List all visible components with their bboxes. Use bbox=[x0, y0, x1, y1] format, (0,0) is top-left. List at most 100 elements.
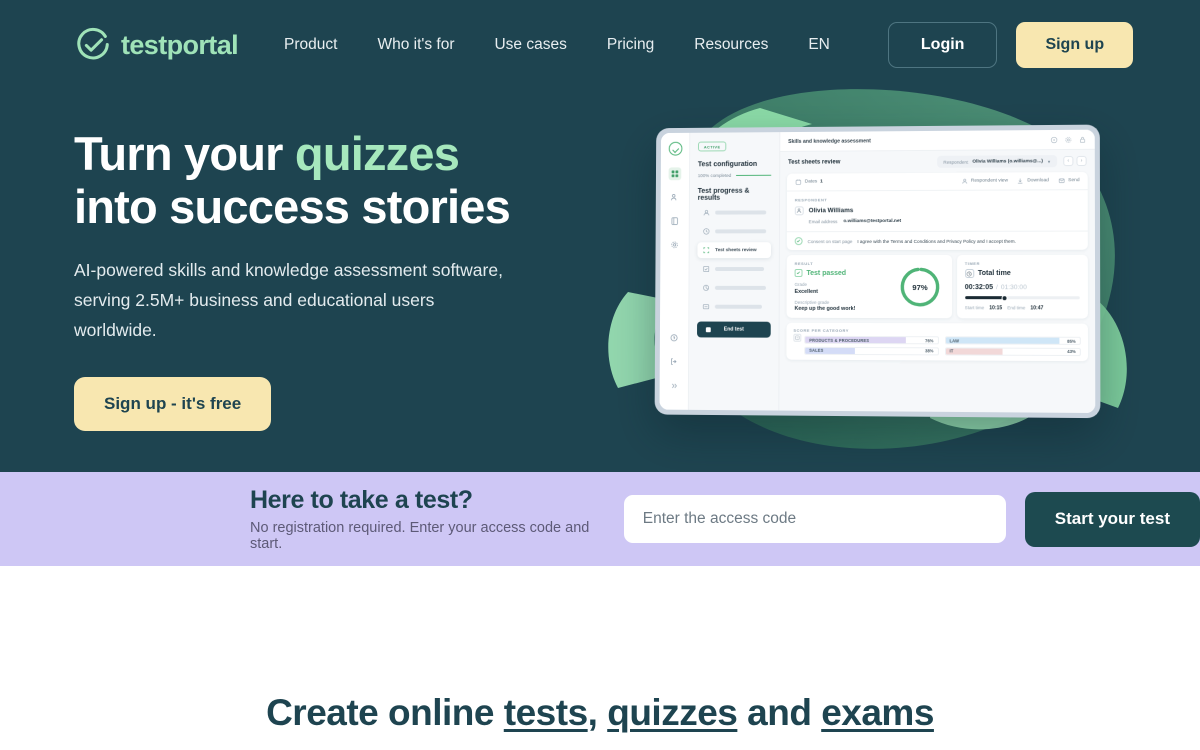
circle-check-logo-icon bbox=[77, 27, 109, 60]
mockup-category-name: SALES bbox=[809, 347, 824, 353]
mockup-descriptive-label: Descriptive grade bbox=[794, 299, 830, 305]
mockup-expand-icon[interactable] bbox=[667, 379, 680, 392]
section-heading: Create online tests, quizzes and exams bbox=[266, 692, 934, 750]
category-icon bbox=[793, 333, 802, 342]
mockup-menu-item-test-sheets-review[interactable]: Test sheets review bbox=[697, 242, 772, 259]
mockup-timer-bar-fill bbox=[964, 296, 1007, 300]
mockup-settings-gear-icon[interactable] bbox=[668, 238, 681, 251]
mockup-respondent-label: Respondent bbox=[943, 159, 969, 165]
band-subtitle: No registration required. Enter your acc… bbox=[250, 520, 590, 552]
mockup-score-pct: 97% bbox=[912, 282, 928, 291]
mockup-email-value: o.williams@testportal.net bbox=[843, 218, 902, 225]
mockup-pager: ‹ › bbox=[1063, 155, 1087, 167]
mockup-download-button[interactable]: Download bbox=[1017, 177, 1049, 184]
mockup-respondent-value: Olivia Williams (o.williams@...) bbox=[972, 158, 1043, 165]
calendar-icon bbox=[795, 179, 802, 186]
settings-gear-icon[interactable] bbox=[1064, 135, 1072, 143]
mockup-library-icon[interactable] bbox=[668, 215, 681, 228]
access-code-input[interactable] bbox=[623, 495, 1006, 543]
heading-part1: Create online bbox=[266, 692, 504, 733]
send-icon bbox=[1058, 177, 1065, 184]
mockup-dates-value: 1 bbox=[820, 179, 823, 185]
mockup-users-icon[interactable] bbox=[668, 191, 681, 204]
access-code-band: Here to take a test? No registration req… bbox=[0, 472, 1200, 566]
mockup-help-icon[interactable] bbox=[668, 331, 681, 344]
heading-link-quizzes[interactable]: quizzes bbox=[607, 692, 738, 733]
mockup-start-time-value: 10:15 bbox=[989, 305, 1003, 312]
mockup-message-icon bbox=[702, 303, 710, 311]
mockup-category-row: PRODUCTS & PROCEDURES 76% bbox=[804, 335, 939, 345]
mockup-respondent-view-button[interactable]: Respondent view bbox=[961, 177, 1008, 184]
mockup-download-label: Download bbox=[1027, 178, 1049, 184]
nav-link-product[interactable]: Product bbox=[264, 26, 357, 64]
nav-link-language[interactable]: EN bbox=[788, 26, 850, 64]
mockup-prev-button[interactable]: ‹ bbox=[1063, 155, 1074, 167]
mockup-respondent-view-label: Respondent view bbox=[970, 178, 1008, 184]
nav-actions: Login Sign up bbox=[887, 22, 1134, 68]
lock-icon[interactable] bbox=[1078, 135, 1086, 143]
mockup-menu-item[interactable] bbox=[698, 204, 772, 220]
mockup-topbar: Skills and knowledge assessment bbox=[780, 129, 1095, 152]
heading-link-exams[interactable]: exams bbox=[821, 692, 934, 733]
mockup-clock-icon bbox=[702, 227, 710, 235]
mockup-respondent-card: Dates 1 Respondent view Download Send RE… bbox=[786, 172, 1088, 251]
mockup-menu-item-label: Test sheets review bbox=[715, 247, 757, 253]
mockup-category-pct: 38% bbox=[925, 348, 934, 354]
mockup-logout-icon[interactable] bbox=[668, 355, 681, 368]
mockup-category-pct: 85% bbox=[1067, 338, 1076, 344]
mockup-timer-current: 00:32:05 bbox=[964, 284, 994, 292]
login-button[interactable]: Login bbox=[887, 22, 998, 68]
clock-icon bbox=[964, 268, 974, 279]
nav-link-use-cases[interactable]: Use cases bbox=[474, 26, 586, 64]
signup-button[interactable]: Sign up bbox=[1016, 22, 1134, 68]
mockup-status-badge: ACTIVE bbox=[697, 141, 727, 152]
mockup-start-time-label: Start time bbox=[964, 305, 985, 311]
mockup-pass-row: Test passed bbox=[794, 269, 896, 277]
mockup-respondent-selector[interactable]: Respondent Olivia Williams (o.williams@.… bbox=[937, 155, 1058, 168]
mockup-dates-filter[interactable]: Dates 1 bbox=[795, 178, 952, 186]
help-circle-icon[interactable] bbox=[1050, 135, 1058, 143]
mockup-topbar-title: Skills and knowledge assessment bbox=[788, 137, 871, 145]
mockup-progress-label: 100% completed bbox=[697, 172, 732, 179]
mockup-menu-item[interactable] bbox=[697, 280, 771, 296]
mockup-categories-card: SCORE PER CATEGORY PRODUCTS & PROCEDURES… bbox=[786, 322, 1089, 361]
mockup-dashboard-icon[interactable] bbox=[668, 167, 682, 181]
download-icon bbox=[1017, 177, 1024, 184]
mockup-end-time-label: End time bbox=[1007, 305, 1026, 311]
mockup-categories-col-right: LAW 85% IT 43% bbox=[944, 336, 1081, 356]
start-test-button[interactable]: Start your test bbox=[1024, 491, 1200, 547]
mockup-menu-item[interactable] bbox=[697, 299, 771, 315]
heading-link-tests[interactable]: tests bbox=[504, 692, 588, 733]
mockup-respondents-icon bbox=[703, 209, 711, 217]
mockup-chart-pie-icon bbox=[702, 284, 710, 292]
mockup-menu-item[interactable] bbox=[697, 261, 771, 277]
nav-link-who-its-for[interactable]: Who it's for bbox=[357, 26, 474, 64]
mockup-grade-label: Grade bbox=[794, 281, 807, 287]
mockup-timer-maximum: 01:30:00 bbox=[1000, 284, 1027, 292]
chevron-down-icon: ▼ bbox=[1047, 158, 1052, 164]
mockup-descriptive-value: Keep up the good work! bbox=[794, 305, 856, 312]
mockup-menu-item[interactable] bbox=[698, 223, 772, 239]
mockup-categories-col-left: PRODUCTS & PROCEDURES 76% SALES 38% bbox=[804, 335, 939, 355]
mockup-end-test-button[interactable]: End test bbox=[697, 321, 771, 338]
mockup-consent-row: Consent on start page I agree with the T… bbox=[786, 230, 1088, 251]
mockup-logo-icon bbox=[668, 141, 682, 156]
top-navigation: testportal Product Who it's for Use case… bbox=[0, 0, 1200, 68]
mockup-main: Skills and knowledge assessment Test she… bbox=[779, 129, 1096, 414]
mockup-progress-bar bbox=[736, 174, 772, 177]
mockup-end-time-value: 10:47 bbox=[1030, 305, 1044, 312]
hero-title-part2: into success stories bbox=[74, 179, 511, 233]
brand-logo[interactable]: testportal bbox=[74, 26, 239, 64]
mockup-result-timer-row: RESULT Test passed Grade Excellent Descr… bbox=[786, 254, 1088, 319]
mockup-app: ACTIVE Test configuration 100% completed… bbox=[659, 129, 1096, 414]
hero-signup-button[interactable]: Sign up - it's free bbox=[74, 376, 272, 431]
mockup-subbar: Test sheets review Respondent Olivia Wil… bbox=[780, 150, 1095, 174]
mockup-next-button[interactable]: › bbox=[1076, 155, 1087, 167]
mockup-timer-section-label: TIMER bbox=[964, 260, 980, 266]
mockup-send-button[interactable]: Send bbox=[1058, 177, 1080, 184]
nav-link-resources[interactable]: Resources bbox=[674, 26, 788, 64]
mockup-category-row: SALES 38% bbox=[804, 346, 939, 355]
mockup-subbar-title: Test sheets review bbox=[788, 159, 841, 166]
mockup-score-gauge: 97% bbox=[896, 261, 944, 312]
nav-link-pricing[interactable]: Pricing bbox=[587, 26, 674, 64]
